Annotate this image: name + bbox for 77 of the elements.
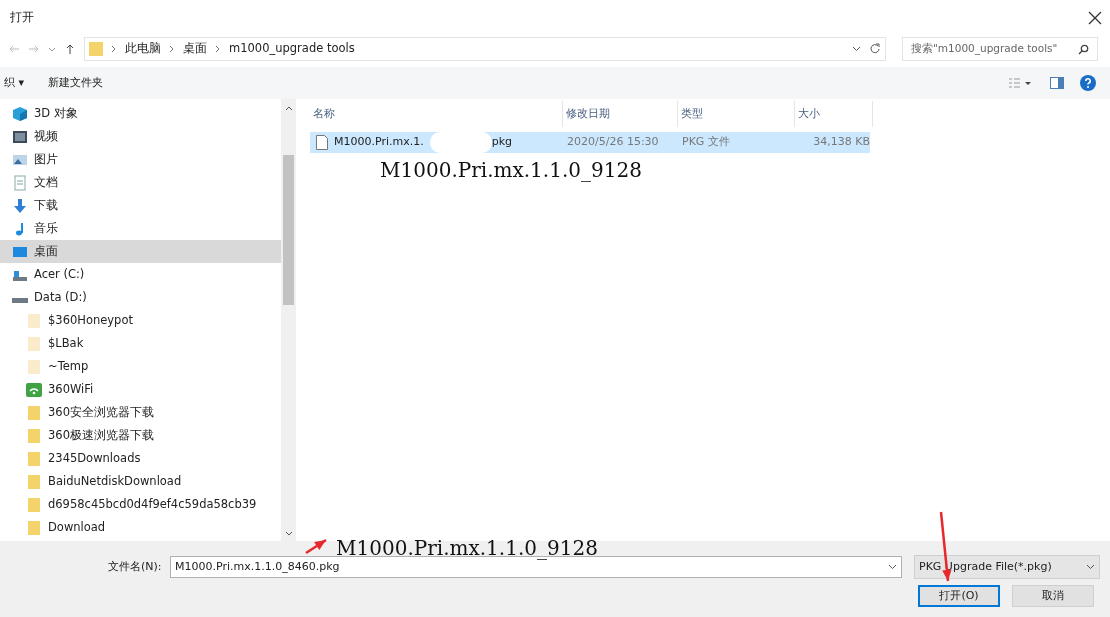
document-icon (12, 174, 28, 191)
folder-icon (26, 450, 42, 467)
open-button[interactable]: 打开(O) (918, 585, 1000, 607)
folder-icon (89, 41, 103, 57)
sidebar-item[interactable]: ~Temp (0, 355, 281, 378)
down-arrow-icon (12, 197, 28, 214)
sidebar-item[interactable]: 视频 (0, 125, 281, 148)
up-arrow-icon[interactable] (64, 43, 76, 55)
folder-icon (26, 335, 42, 352)
dropdown-caret-icon (1086, 564, 1095, 570)
close-icon[interactable] (1088, 11, 1102, 25)
dropdown-caret-icon[interactable] (888, 564, 897, 570)
sidebar-item[interactable]: 图片 (0, 148, 281, 171)
breadcrumb[interactable]: 桌面 (183, 40, 207, 58)
folder-icon (26, 312, 42, 329)
folder-icon (26, 427, 42, 444)
file-row[interactable]: M1000.Pri.mx.1. pkg 2020/5/26 15:30 PKG 文件 34,138 KB (310, 132, 870, 153)
film-icon (12, 128, 28, 145)
new-folder-button[interactable]: 新建文件夹 (48, 74, 104, 92)
file-name: M1000.Pri.mx.1. (334, 134, 424, 151)
folder-icon (26, 496, 42, 513)
help-icon[interactable] (1080, 75, 1096, 91)
folder-icon (26, 358, 42, 375)
column-header[interactable]: 名称 (310, 101, 563, 127)
file-icon (316, 135, 328, 150)
refresh-icon[interactable] (869, 43, 881, 55)
sidebar-item[interactable]: 2345Downloads (0, 447, 281, 470)
file-type: PKG 文件 (681, 134, 731, 151)
column-header[interactable]: 类型 (678, 101, 795, 127)
column-header[interactable]: 修改日期 (563, 101, 678, 127)
folder-icon (26, 473, 42, 490)
scrollbar-thumb[interactable] (283, 155, 294, 305)
folder-icon (26, 519, 42, 536)
sidebar-item[interactable]: 360安全浏览器下载 (0, 401, 281, 424)
drive-icon (12, 298, 28, 303)
breadcrumb[interactable]: m1000_upgrade tools (229, 40, 355, 58)
sidebar-item[interactable]: 3D 对象 (0, 102, 281, 125)
cube-icon (12, 105, 28, 122)
filename-label: 文件名(N): (108, 558, 163, 575)
folder-icon (26, 404, 42, 421)
column-header[interactable]: 大小 (795, 101, 873, 127)
wifi-icon (26, 381, 42, 398)
sidebar-item[interactable]: 文档 (0, 171, 281, 194)
chevron-icon (169, 45, 175, 53)
dropdown-caret-icon[interactable] (852, 45, 861, 53)
chevron-icon (215, 45, 221, 53)
preview-pane-icon[interactable] (1050, 77, 1064, 89)
sidebar-item[interactable]: 下载 (0, 194, 281, 217)
sidebar-item[interactable]: 360极速浏览器下载 (0, 424, 281, 447)
chevron-icon (111, 45, 117, 53)
search-field[interactable]: 搜索"m1000_upgrade tools" (902, 37, 1098, 61)
search-icon (1078, 43, 1089, 55)
scroll-down-icon[interactable] (284, 531, 293, 537)
sidebar-item[interactable]: $LBak (0, 332, 281, 355)
cancel-button[interactable]: 取消 (1012, 585, 1094, 607)
sidebar-item[interactable]: 360WiFi (0, 378, 281, 401)
file-size: 34,138 KB (812, 134, 870, 151)
view-options-icon[interactable] (1008, 77, 1032, 89)
sidebar-item[interactable]: d6958c45bcd0d4f9ef4c59da58cb39 (0, 493, 281, 516)
organize-menu[interactable]: 织 ▾ (4, 74, 25, 92)
address-bar[interactable]: 此电脑 桌面 m1000_upgrade tools (84, 37, 886, 61)
sidebar-item[interactable]: 音乐 (0, 217, 281, 240)
filename-field[interactable]: M1000.Pri.mx.1.1.0_8460.pkg (170, 556, 902, 578)
scrollbar[interactable] (281, 99, 296, 541)
sidebar-item[interactable]: 桌面 (0, 240, 281, 263)
file-date: 2020/5/26 15:30 (566, 134, 660, 151)
sidebar-item[interactable]: Data (D:) (0, 286, 281, 309)
sidebar-item[interactable]: BaiduNetdiskDownload (0, 470, 281, 493)
window-title: 打开 (10, 9, 34, 27)
sidebar-item[interactable]: Acer (C:) (0, 263, 281, 286)
scroll-up-icon[interactable] (284, 105, 293, 111)
sidebar-item[interactable]: $360Honeypot (0, 309, 281, 332)
breadcrumb[interactable]: 此电脑 (125, 40, 161, 58)
sidebar-item[interactable]: Download (0, 516, 281, 539)
annotation-text: M1000.Pri.mx.1.1.0_9128 (380, 157, 643, 184)
caret-icon[interactable] (48, 45, 56, 53)
file-extension: pkg (491, 134, 513, 151)
